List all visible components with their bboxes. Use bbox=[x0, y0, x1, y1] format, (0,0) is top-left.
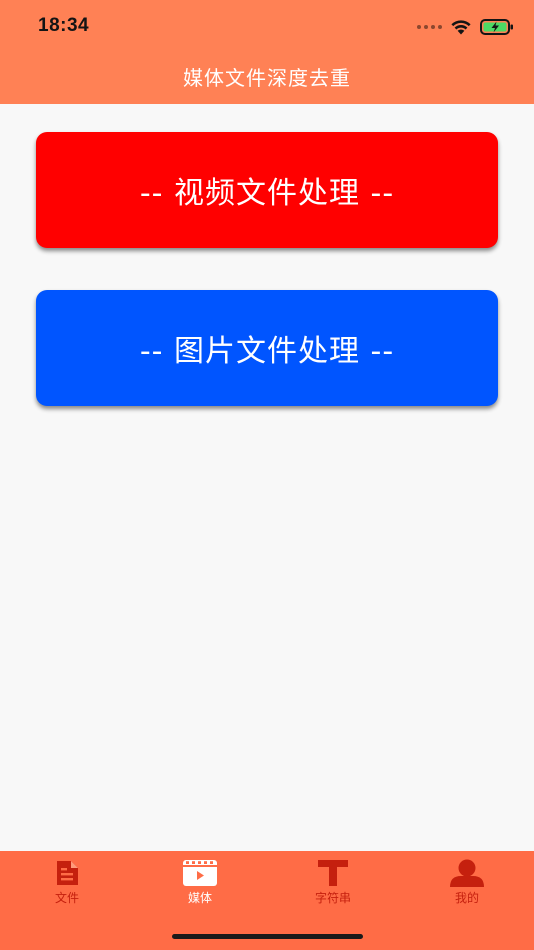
tab-strings-label: 字符串 bbox=[314, 891, 351, 905]
document-icon bbox=[57, 861, 78, 885]
app-root: 18:34 媒体文件深度去重 -- 视频文件处理 -- -- 图片文件处理 -- bbox=[0, 0, 534, 950]
tab-media[interactable]: 媒体 bbox=[150, 859, 250, 909]
cellular-signal-icon bbox=[417, 25, 442, 29]
video-processing-button[interactable]: -- 视频文件处理 -- bbox=[36, 132, 498, 248]
status-icons bbox=[417, 16, 514, 38]
tab-mine-label: 我的 bbox=[454, 891, 479, 905]
status-time: 18:34 bbox=[38, 15, 90, 36]
home-indicator bbox=[172, 934, 363, 939]
video-play-icon bbox=[183, 860, 217, 886]
tab-media-label: 媒体 bbox=[187, 891, 212, 905]
header-bar: 18:34 媒体文件深度去重 bbox=[0, 0, 534, 104]
tab-mine[interactable]: 我的 bbox=[417, 859, 517, 909]
wifi-icon bbox=[451, 20, 471, 35]
person-icon bbox=[450, 859, 484, 887]
tab-files[interactable]: 文件 bbox=[17, 859, 117, 909]
text-t-icon bbox=[318, 860, 348, 886]
tab-files-label: 文件 bbox=[54, 891, 79, 905]
tab-strings[interactable]: 字符串 bbox=[283, 859, 383, 909]
tab-bar: 文件 媒体 字符串 我的 bbox=[0, 851, 534, 950]
image-processing-button[interactable]: -- 图片文件处理 -- bbox=[36, 290, 498, 406]
page-title: 媒体文件深度去重 bbox=[183, 66, 351, 90]
battery-charging-icon bbox=[480, 19, 513, 35]
